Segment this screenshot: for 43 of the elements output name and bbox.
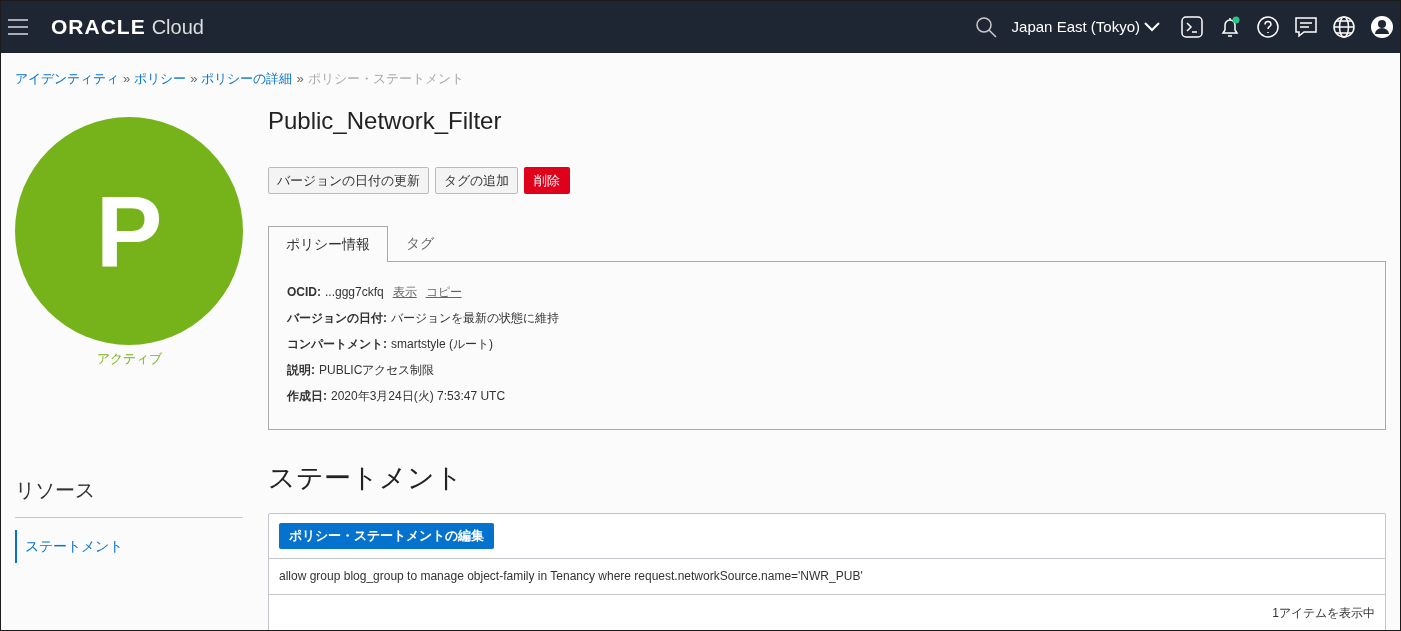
edit-statements-button[interactable]: ポリシー・ステートメントの編集 bbox=[279, 522, 494, 549]
detail-label: バージョンの日付: bbox=[287, 309, 387, 327]
tab[interactable]: タグ bbox=[388, 226, 452, 261]
chevron-down-icon bbox=[1144, 22, 1160, 32]
detail-label: 作成日: bbox=[287, 387, 327, 405]
delete-button[interactable]: 削除 bbox=[524, 167, 570, 194]
detail-value: smartstyle (ルート) bbox=[391, 335, 493, 353]
statements-heading: ステートメント bbox=[268, 462, 464, 495]
breadcrumb-current: ポリシー・ステートメント bbox=[307, 70, 464, 89]
action-button[interactable]: バージョンの日付の更新 bbox=[268, 167, 429, 194]
policy-avatar: P bbox=[15, 117, 243, 345]
terminal-icon[interactable] bbox=[1180, 15, 1204, 39]
detail-label: OCID: bbox=[287, 283, 321, 301]
detail-value: PUBLICアクセス制限 bbox=[319, 361, 435, 379]
breadcrumb-link[interactable]: ポリシーの詳細 bbox=[201, 69, 293, 89]
item-count: 1アイテムを表示中 bbox=[1272, 604, 1375, 622]
region-selector[interactable]: Japan East (Tokyo) bbox=[1011, 15, 1160, 39]
user-avatar-icon[interactable] bbox=[1370, 15, 1394, 39]
logo[interactable]: ORACLE Cloud bbox=[51, 11, 204, 43]
action-button[interactable]: タグの追加 bbox=[435, 167, 518, 194]
policy-title: Public_Network_Filter bbox=[268, 106, 503, 136]
help-icon[interactable] bbox=[1256, 15, 1280, 39]
menu-icon[interactable] bbox=[7, 18, 29, 36]
globe-icon[interactable] bbox=[1332, 15, 1356, 39]
statement-text: allow group blog_group to manage object-family in Tenancy where request.networkSource.name='NWR_PUB' bbox=[279, 568, 863, 585]
tab[interactable]: ポリシー情報 bbox=[268, 226, 388, 262]
detail-link[interactable]: コピー bbox=[425, 282, 462, 301]
breadcrumb-separator: » bbox=[123, 70, 131, 89]
breadcrumb-separator: » bbox=[296, 70, 304, 89]
chat-icon[interactable] bbox=[1294, 15, 1318, 39]
detail-label: 説明: bbox=[287, 361, 315, 379]
detail-link[interactable]: 表示 bbox=[392, 282, 417, 301]
detail-label: コンパートメント: bbox=[287, 335, 387, 353]
resource-item[interactable]: ステートメント bbox=[15, 529, 243, 563]
status-label: アクティブ bbox=[96, 350, 162, 368]
detail-value: ...ggg7ckfq bbox=[325, 283, 384, 301]
detail-value: バージョンを最新の状態に維持 bbox=[391, 309, 559, 327]
breadcrumb-link[interactable]: ポリシー bbox=[134, 69, 187, 89]
breadcrumb-link[interactable]: アイデンティティ bbox=[15, 69, 119, 89]
breadcrumb-separator: » bbox=[190, 70, 198, 89]
resources-heading: リソース bbox=[15, 474, 243, 518]
search-icon[interactable] bbox=[973, 15, 998, 39]
detail-value: 2020年3月24日(火) 7:53:47 UTC bbox=[331, 387, 506, 405]
